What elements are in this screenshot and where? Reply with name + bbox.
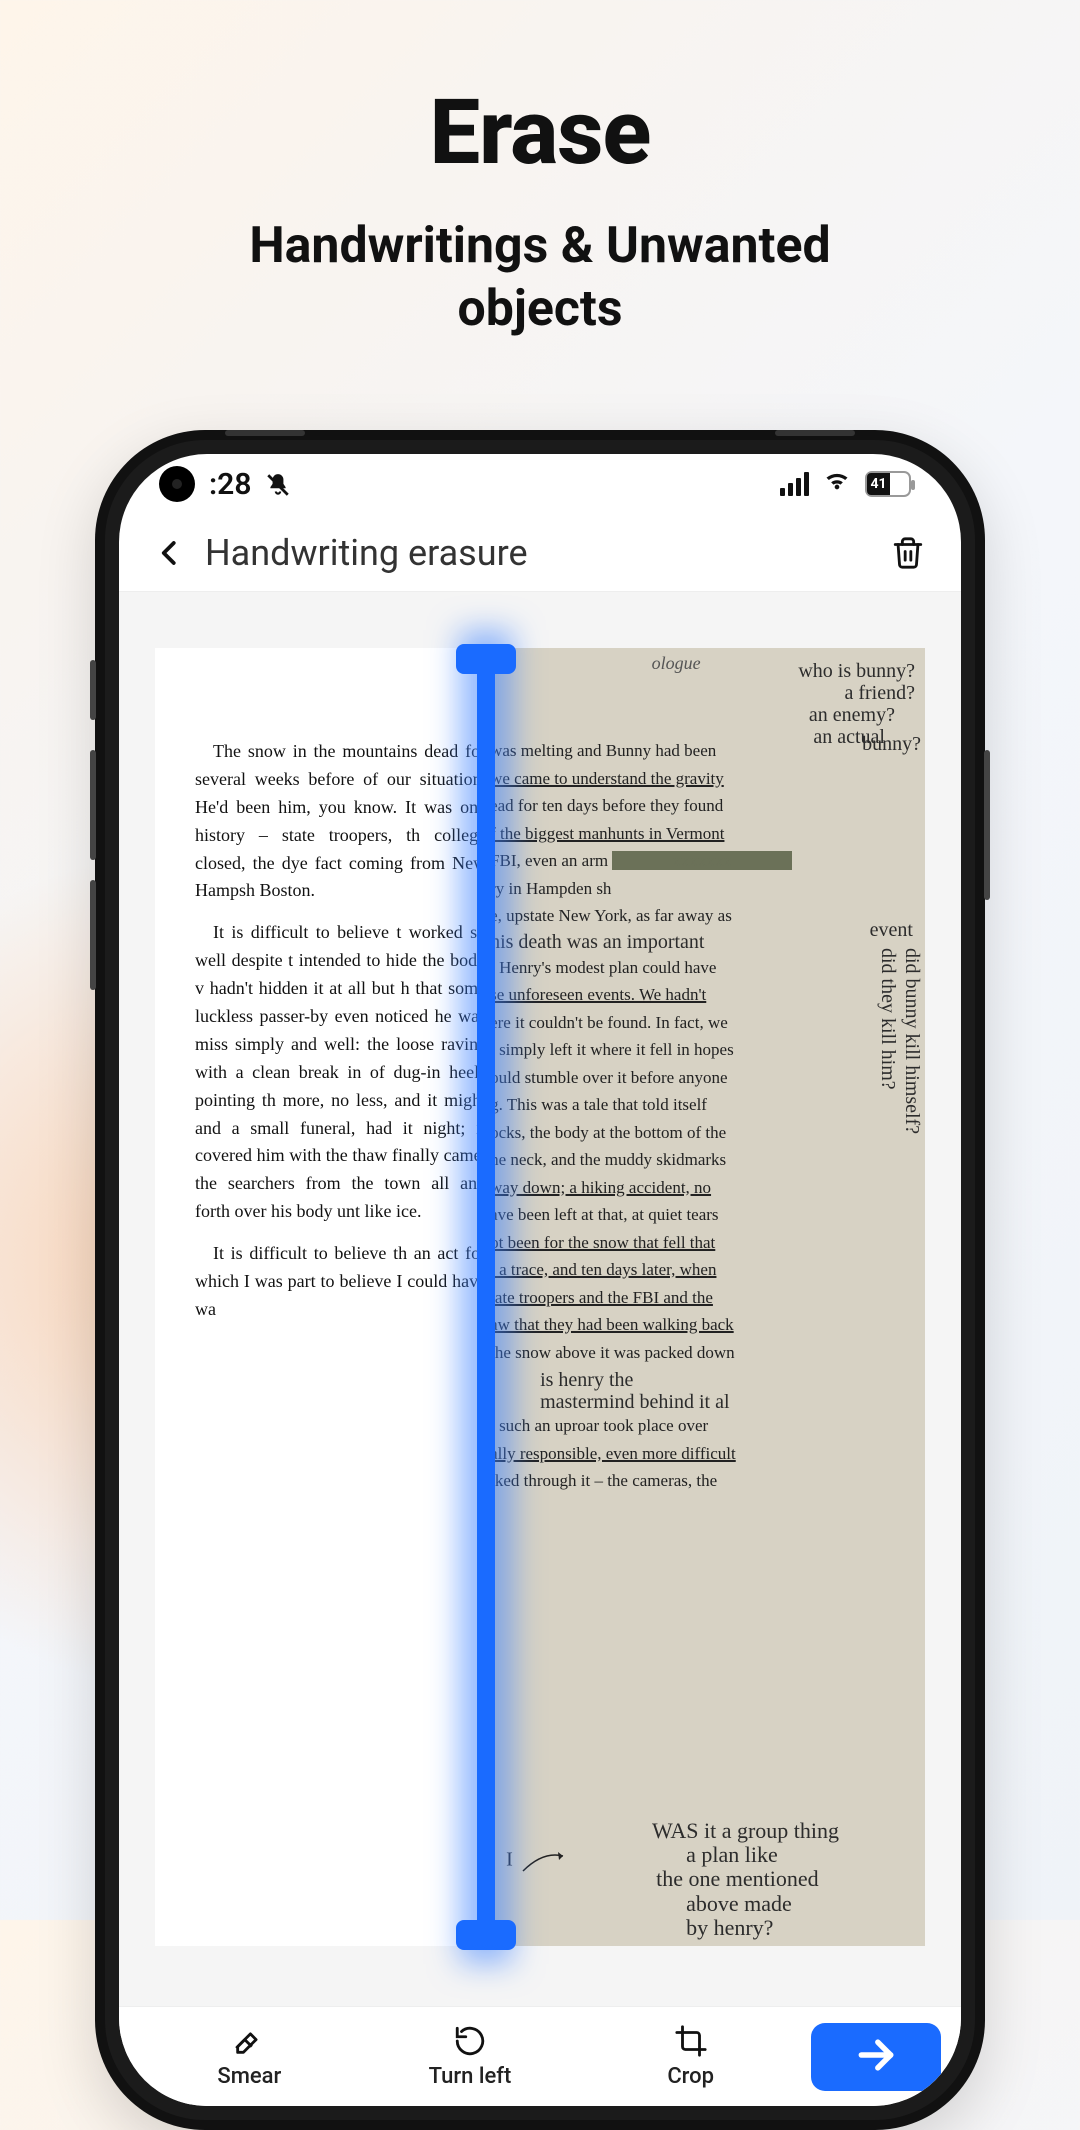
phone-volume-up	[90, 750, 96, 860]
handwriting-annotation: is henry the mastermind behind it al	[540, 1369, 865, 1413]
proceed-button[interactable]	[811, 2023, 941, 2091]
handwriting-annotation: bunny?	[862, 733, 921, 755]
handwriting-margin-annotation: did they kill him?	[877, 948, 899, 1090]
phone-side-button	[90, 660, 96, 720]
status-time: :28	[209, 467, 251, 502]
wifi-icon	[823, 466, 851, 502]
rotate-left-icon	[453, 2024, 487, 2058]
delete-button[interactable]	[891, 536, 925, 570]
turn-left-tool-button[interactable]: Turn left	[360, 2024, 581, 2089]
arrow-right-icon	[854, 2033, 898, 2081]
phone-frame: :28 41	[95, 430, 985, 2130]
front-camera-hole	[159, 466, 195, 502]
back-button[interactable]	[155, 538, 185, 568]
clean-paragraph: The snow in the mountains dead for sever…	[195, 738, 486, 905]
handwriting-annotation: WAS it a group thing a plan like the one…	[576, 1819, 915, 1940]
page-label: ologue	[652, 650, 701, 677]
tool-label: Turn left	[429, 2064, 512, 2089]
clean-paragraph: It is difficult to believe th an act for…	[195, 1240, 486, 1324]
document-original-side: ologue who is bunny? a friend? an enemy?…	[486, 648, 925, 1946]
document-comparison: The snow in the mountains dead for sever…	[155, 648, 925, 1946]
bottom-toolbar: Smear Turn left Crop	[119, 2006, 961, 2106]
document-canvas[interactable]: The snow in the mountains dead for sever…	[119, 592, 961, 2006]
clean-paragraph: It is difficult to believe t worked so w…	[195, 919, 486, 1226]
phone-power-button	[984, 750, 990, 900]
phone-volume-down	[90, 880, 96, 990]
handwriting-annotation: his death was an important event	[490, 931, 865, 953]
handwriting-annotation: I	[506, 1846, 568, 1876]
battery-icon: 41	[865, 471, 911, 497]
tool-label: Crop	[667, 2064, 714, 2089]
smear-icon	[232, 2024, 266, 2058]
crop-icon	[674, 2024, 708, 2058]
app-header: Handwriting erasure	[119, 514, 961, 592]
status-bar: :28 41	[119, 454, 961, 514]
handwriting-margin-annotation: did bunny kill himself?	[901, 948, 923, 1134]
mute-icon	[265, 471, 291, 497]
page-title: Handwriting erasure	[205, 532, 528, 574]
redacted-text: xxxxxxx	[612, 851, 792, 870]
signal-icon	[780, 472, 809, 496]
scan-slider-handle[interactable]	[477, 648, 495, 1946]
hero-header: Erase Handwritings & Unwanted objects	[0, 0, 1080, 340]
document-clean-side: The snow in the mountains dead for sever…	[155, 648, 486, 1946]
hero-subtitle: Handwritings & Unwanted objects	[0, 215, 1080, 340]
crop-tool-button[interactable]: Crop	[580, 2024, 801, 2089]
tool-label: Smear	[217, 2064, 281, 2089]
hero-title: Erase	[0, 80, 1080, 185]
original-body-text: was melting and Bunny had been we came t…	[490, 738, 865, 1496]
smear-tool-button[interactable]: Smear	[139, 2024, 360, 2089]
